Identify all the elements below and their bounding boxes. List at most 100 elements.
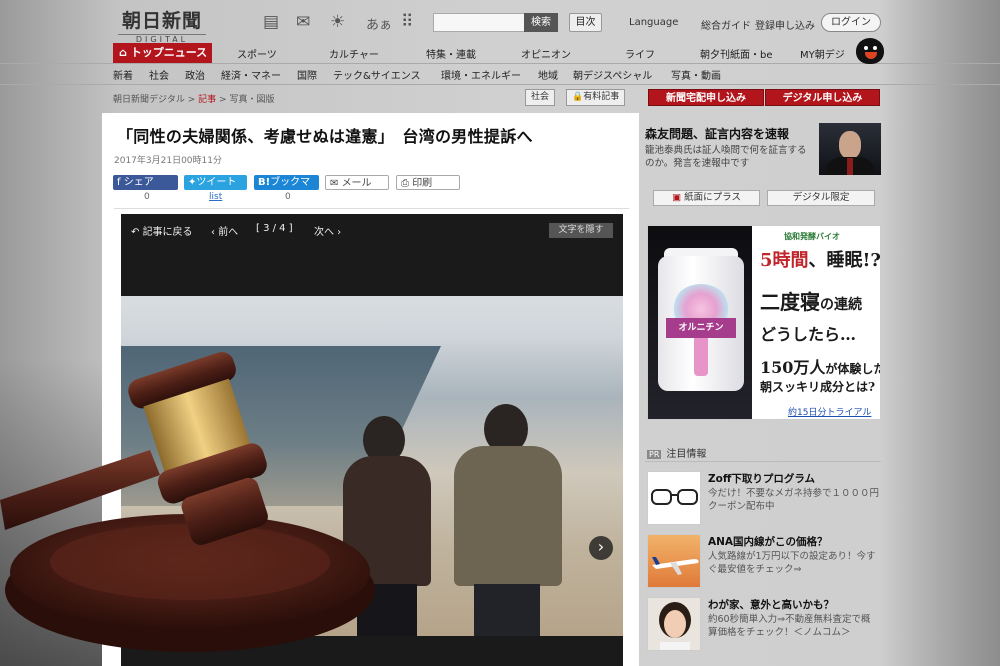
airplane-thumbnail [647,534,701,588]
facebook-icon: f [117,177,124,188]
weather-icon[interactable]: ☀ [330,12,345,32]
pr-item[interactable]: Zoff下取りプログラム 今だけ！不要なメガネ持参で１０００円クーポン配布中 [645,471,881,527]
mail-share-button[interactable]: ✉ メール [325,175,389,190]
ad-brand: 協和発酵バイオ [784,232,840,241]
ad-product-image: オルニチン [648,226,752,419]
right-sidebar: 森友問題、証言内容を速報 籠池泰典氏は証人喚問で何を証言するのか。発言を速報中で… [645,113,883,666]
digital-subscribe-button[interactable]: デジタル申し込み [765,89,880,106]
index-button[interactable]: 目次 [569,13,602,32]
divider [0,84,1000,85]
grid-menu-icon[interactable]: ⠿ [401,12,413,32]
divider [645,461,881,462]
top-story-title[interactable]: 森友問題、証言内容を速報 [645,125,789,142]
pr-item[interactable]: ANA国内線がこの価格？ 人気路線が1万円以下の設定あり！今すぐ最安値をチェック… [645,534,881,590]
ad-line-2-highlight: 二度寝 [760,290,820,314]
print-label: 印刷 [412,178,433,189]
print-button[interactable]: ⎙ 印刷 [396,175,460,190]
search-button[interactable]: 検索 [524,13,558,32]
ad-line-3: どうしたら… [760,325,857,344]
nav-culture[interactable]: カルチャー [329,46,379,61]
newspaper-icon[interactable]: ▤ [263,12,279,32]
site-logo[interactable]: 朝日新聞 DIGITAL [118,6,206,45]
language-link[interactable]: Language [629,17,678,28]
next-label: 次へ [314,227,334,238]
breadcrumb-current: 写真・図版 [229,95,275,105]
article-headline: 「同性の夫婦関係、考慮せぬは違憲」 台湾の男性提訴へ [117,127,533,146]
mail-icon: ✉ [330,178,342,189]
digital-only-button[interactable]: デジタル限定 [767,190,875,206]
prev-link[interactable]: ‹ 前へ [211,223,238,238]
nav-sports[interactable]: スポーツ [237,46,277,61]
nav-features[interactable]: 特集・連載 [426,46,476,61]
nav-my-asadigi[interactable]: MY朝デジ [800,46,845,61]
nav-economy[interactable]: 経済・マネー [221,67,281,82]
breadcrumb: 朝日新聞デジタル > 記事 > 写真・図版 [113,92,274,105]
nav-latest[interactable]: 新着 [113,67,133,82]
nav-life[interactable]: ライフ [625,46,655,61]
twitter-list-link[interactable]: list [209,192,222,202]
pr-item[interactable]: わが家、意外と高いかも？ 約60秒簡単入力⇒不動産無料査定で概算価格をチェック！… [645,597,881,653]
pr-item-desc: 約60秒簡単入力⇒不動産無料査定で概算価格をチェック！＜ノムコム＞ [708,614,871,638]
signup-link[interactable]: 登録申し込み [755,17,815,32]
category-tag[interactable]: 社会 [525,89,556,106]
breadcrumb-root[interactable]: 朝日新聞デジタル [113,95,185,105]
chat-icon[interactable]: ✉ [296,12,310,32]
nav-environment[interactable]: 環境・エネルギー [441,67,521,82]
paid-article-tag: 🔒有料記事 [566,89,626,106]
divider [114,208,629,209]
paper-subscribe-button[interactable]: 新聞宅配申し込み [648,89,764,106]
font-size-icon[interactable]: あぁ [366,14,392,33]
glasses-thumbnail [647,471,701,525]
pr-heading: PR 注目情報 [647,445,706,460]
chevron-right-icon: › [597,537,605,556]
facebook-share-button[interactable]: f シェア [113,175,178,190]
login-button[interactable]: ログイン [821,13,881,32]
pr-item-title[interactable]: わが家、意外と高いかも？ [708,597,834,612]
breadcrumb-separator: > [187,95,196,105]
next-link[interactable]: 次へ › [314,223,341,238]
nav-society[interactable]: 社会 [149,67,169,82]
twitter-share-button[interactable]: ✦ツイート [184,175,247,190]
search-input[interactable] [433,13,525,32]
next-photo-button[interactable]: › [589,536,613,560]
hide-text-button[interactable]: 文字を隠す [549,223,613,238]
nav-photo-video[interactable]: 写真・動画 [671,67,721,82]
ad-line-2: 二度寝の連続 [760,286,862,315]
twitter-share-label: ツイート [196,177,237,188]
lock-icon: 🔒 [572,92,584,102]
nav-opinion[interactable]: オピニオン [521,46,571,61]
pr-heading-label: 注目情報 [666,449,707,460]
nav-top-news[interactable]: ⌂ トップニュース [113,43,212,63]
pr-item-desc: 今だけ！不要なメガネ持参で１０００円クーポン配布中 [708,488,880,512]
nav-tech-science[interactable]: テック&サイエンス [333,67,421,82]
primary-nav: ⌂ トップニュース スポーツ カルチャー 特集・連載 オピニオン ライフ 朝夕刊… [113,43,883,63]
hatena-count: 0 [285,192,291,202]
advertisement-banner[interactable]: オルニチン 協和発酵バイオ 5時間、睡眠!? 二度寝の連続 どうしたら… 150… [647,225,881,420]
pr-item-title[interactable]: ANA国内線がこの価格？ [708,534,828,549]
nav-newspaper[interactable]: 朝夕刊紙面・be [700,46,773,61]
back-to-article-link[interactable]: ↶ 記事に戻る [131,223,193,238]
pr-item-desc: 人気路線が1万円以下の設定あり！今すぐ最安値をチェック⇒ [708,551,876,575]
ad-trial-link[interactable]: 約15日分トライアル>> [788,405,880,419]
photo-person-right [454,404,562,636]
breadcrumb-section[interactable]: 記事 [198,95,216,105]
nav-international[interactable]: 国際 [297,67,317,82]
pr-item-title[interactable]: Zoff下取りプログラム [708,471,815,486]
home-icon: ⌂ [119,46,131,59]
prev-label: 前へ [218,227,239,238]
hatena-icon: B! [258,177,271,188]
ad-line-2-text: の連続 [820,297,862,313]
ad-line-5: 朝スッキリ成分とは? [760,380,876,394]
back-arrow-icon: ↶ [131,227,143,238]
mascot-icon[interactable] [856,38,884,64]
hatena-bookmark-button[interactable]: B!ブックマーク [254,175,319,203]
background-shadow-right [880,0,1000,666]
nav-special[interactable]: 朝デジスペシャル [573,67,652,82]
paper-plus-button[interactable]: ▣ 紙面にプラス [653,190,760,206]
guide-link[interactable]: 総合ガイド [701,17,751,32]
ad-bottle-label: オルニチン [666,318,736,338]
top-story-desc: 籠池泰典氏は証人喚問で何を証言するのか。発言を速報中です [645,145,807,169]
top-story-thumbnail[interactable] [819,123,881,175]
nav-politics[interactable]: 政治 [185,67,205,82]
nav-region[interactable]: 地域 [538,67,558,82]
